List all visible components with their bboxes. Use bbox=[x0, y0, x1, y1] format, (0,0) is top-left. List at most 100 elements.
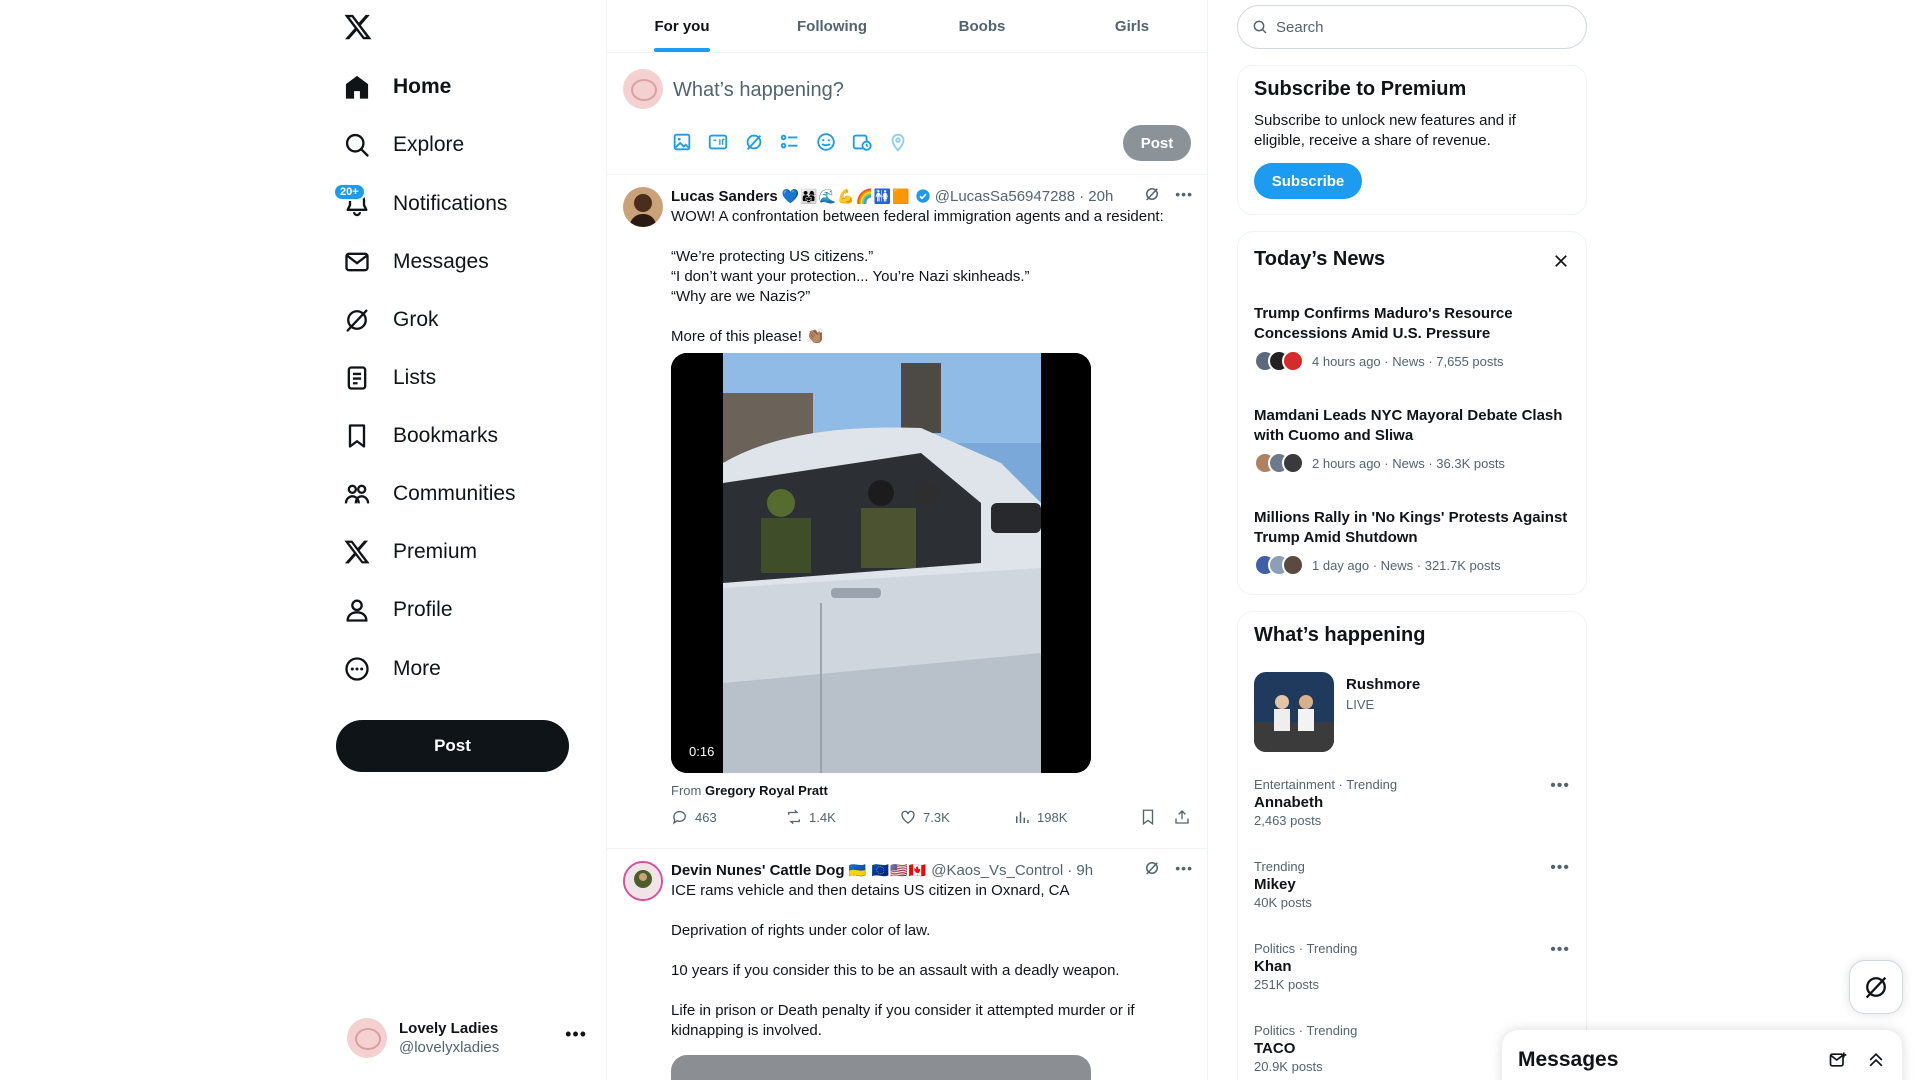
close-icon[interactable] bbox=[1552, 252, 1570, 270]
reply-button[interactable]: 463 bbox=[671, 808, 785, 826]
left-navigation: Home Explore 20+ Notifications Messages … bbox=[327, 0, 607, 1080]
grok-icon[interactable] bbox=[1143, 859, 1161, 877]
avatar[interactable] bbox=[623, 187, 663, 227]
location-icon[interactable] bbox=[887, 131, 909, 153]
media-preview[interactable] bbox=[671, 1055, 1091, 1080]
more-dots-icon[interactable]: ••• bbox=[1550, 859, 1570, 877]
repost-button[interactable]: 1.4K bbox=[785, 808, 899, 826]
video-player[interactable]: 0:16 bbox=[671, 353, 1091, 773]
tweet-line: “I don’t want your protection... You’re … bbox=[671, 268, 1030, 285]
new-message-icon[interactable] bbox=[1828, 1050, 1848, 1070]
live-name: Rushmore bbox=[1346, 676, 1421, 693]
more-dots-icon[interactable]: ••• bbox=[1175, 186, 1193, 202]
grok-icon[interactable] bbox=[743, 131, 765, 153]
search-input[interactable]: Search bbox=[1237, 5, 1587, 49]
grok-icon[interactable] bbox=[1143, 185, 1161, 203]
whats-happening-card: What’s happening Rushmore LIVE Entertain… bbox=[1237, 611, 1587, 1080]
author-handle[interactable]: @LucasSa56947288 bbox=[935, 188, 1075, 205]
trend-item[interactable]: Entertainment · Trending Annabeth 2,463 … bbox=[1254, 777, 1570, 828]
bookmark-icon bbox=[343, 422, 371, 450]
schedule-icon[interactable] bbox=[851, 131, 873, 153]
video-attribution[interactable]: From Gregory Royal Pratt bbox=[671, 783, 828, 798]
chevron-up-icon[interactable] bbox=[1866, 1050, 1886, 1070]
more-dots-icon[interactable]: ••• bbox=[565, 1024, 587, 1045]
image-icon[interactable] bbox=[671, 131, 693, 153]
nav-label: Notifications bbox=[393, 192, 508, 215]
author-emojis: 🇺🇦 🇪🇺🇺🇸🇨🇦 bbox=[848, 861, 928, 878]
tweet-text: ICE rams vehicle and then detains US cit… bbox=[671, 881, 1191, 1041]
news-item-title: Millions Rally in 'No Kings' Protests Ag… bbox=[1254, 509, 1568, 546]
nav-profile[interactable]: Profile bbox=[333, 585, 467, 635]
list-icon bbox=[343, 364, 371, 392]
tweet[interactable]: Devin Nunes' Cattle Dog 🇺🇦 🇪🇺🇺🇸🇨🇦 @Kaos_… bbox=[607, 849, 1207, 1080]
more-dots-icon[interactable]: ••• bbox=[1550, 941, 1570, 959]
subscribe-button[interactable]: Subscribe bbox=[1254, 163, 1362, 199]
gif-icon[interactable] bbox=[707, 131, 729, 153]
right-sidebar: Search Subscribe to Premium Subscribe to… bbox=[1237, 0, 1591, 1080]
like-button[interactable]: 7.3K bbox=[899, 808, 1013, 826]
trend-item[interactable]: Politics · Trending Khan 251K posts ••• bbox=[1254, 941, 1570, 992]
nav-home[interactable]: Home bbox=[333, 62, 465, 112]
person-icon bbox=[343, 596, 371, 624]
x-logo-icon[interactable] bbox=[343, 12, 373, 42]
tab-following[interactable]: Following bbox=[757, 0, 907, 52]
emoji-icon[interactable] bbox=[815, 131, 837, 153]
tab-for-you[interactable]: For you bbox=[607, 0, 757, 52]
more-dots-icon[interactable]: ••• bbox=[1550, 777, 1570, 795]
more-dots-icon[interactable]: ••• bbox=[1175, 860, 1193, 876]
nav-grok[interactable]: Grok bbox=[333, 295, 453, 345]
tab-girls[interactable]: Girls bbox=[1057, 0, 1207, 52]
tweet-time[interactable]: · 9h bbox=[1067, 862, 1093, 879]
tweet-time[interactable]: · 20h bbox=[1079, 188, 1113, 205]
author-name[interactable]: Lucas Sanders bbox=[671, 188, 778, 205]
post-button[interactable]: Post bbox=[336, 720, 569, 772]
nav-more[interactable]: More bbox=[333, 644, 455, 694]
live-thumbnail[interactable] bbox=[1254, 672, 1334, 752]
account-name: Lovely Ladies bbox=[399, 1020, 499, 1037]
nav-communities[interactable]: Communities bbox=[333, 469, 530, 519]
compose-input[interactable]: What’s happening? bbox=[673, 79, 844, 102]
tab-boobs[interactable]: Boobs bbox=[907, 0, 1057, 52]
grok-float-button[interactable] bbox=[1849, 960, 1903, 1014]
tweet-text: WOW! A confrontation between federal imm… bbox=[671, 207, 1191, 347]
news-item[interactable]: Millions Rally in 'No Kings' Protests Ag… bbox=[1254, 508, 1570, 576]
trend-item[interactable]: Trending Mikey 40K posts ••• bbox=[1254, 859, 1570, 910]
compose-post-button[interactable]: Post bbox=[1123, 125, 1191, 161]
tweet-line: “Why are we Nazis?” bbox=[671, 288, 811, 305]
news-item[interactable]: Mamdani Leads NYC Mayoral Debate Clash w… bbox=[1254, 406, 1570, 474]
share-icon[interactable] bbox=[1173, 808, 1191, 826]
attribution-name[interactable]: Gregory Royal Pratt bbox=[705, 783, 828, 798]
nav-label: Explore bbox=[393, 133, 465, 156]
views-button[interactable]: 198K bbox=[1013, 808, 1127, 826]
avatar[interactable] bbox=[623, 861, 663, 901]
author-name[interactable]: Devin Nunes' Cattle Dog bbox=[671, 862, 845, 879]
account-handle: @lovelyxladies bbox=[399, 1039, 500, 1056]
trend-category: Politics · Trending bbox=[1254, 941, 1358, 956]
account-switcher[interactable]: Lovely Ladies @lovelyxladies ••• bbox=[347, 1010, 587, 1066]
nav-notifications[interactable]: 20+ Notifications bbox=[333, 179, 521, 229]
news-item-title: Mamdani Leads NYC Mayoral Debate Clash w… bbox=[1254, 407, 1563, 444]
tweet-line bbox=[671, 901, 1191, 921]
compose-box: What’s happening? Post bbox=[607, 53, 1207, 175]
tweet[interactable]: Lucas Sanders 💙👨‍👩‍👧🌊💪🌈🚻🟧 @LucasSa569472… bbox=[607, 175, 1207, 849]
tweet-line: 10 years if you consider this to be an a… bbox=[671, 962, 1120, 979]
x-icon bbox=[343, 538, 371, 566]
news-item[interactable]: Trump Confirms Maduro's Resource Concess… bbox=[1254, 304, 1570, 372]
nav-label: Home bbox=[393, 75, 452, 98]
nav-lists[interactable]: Lists bbox=[333, 353, 450, 403]
trend-name: Annabeth bbox=[1254, 794, 1324, 811]
reply-count: 463 bbox=[695, 809, 717, 825]
nav-bookmarks[interactable]: Bookmarks bbox=[333, 411, 512, 461]
bookmark-icon[interactable] bbox=[1139, 808, 1157, 826]
poll-icon[interactable] bbox=[779, 131, 801, 153]
nav-label: Profile bbox=[393, 598, 453, 621]
messages-drawer[interactable]: Messages bbox=[1502, 1030, 1902, 1080]
live-item[interactable]: Rushmore LIVE bbox=[1346, 676, 1420, 712]
grok-icon bbox=[343, 306, 371, 334]
tweet-line: More of this please! 👏🏽 bbox=[671, 328, 825, 345]
live-status: LIVE bbox=[1346, 697, 1375, 712]
nav-explore[interactable]: Explore bbox=[333, 120, 478, 170]
nav-premium[interactable]: Premium bbox=[333, 527, 491, 577]
nav-messages[interactable]: Messages bbox=[333, 237, 503, 287]
author-handle[interactable]: @Kaos_Vs_Control bbox=[931, 862, 1063, 879]
